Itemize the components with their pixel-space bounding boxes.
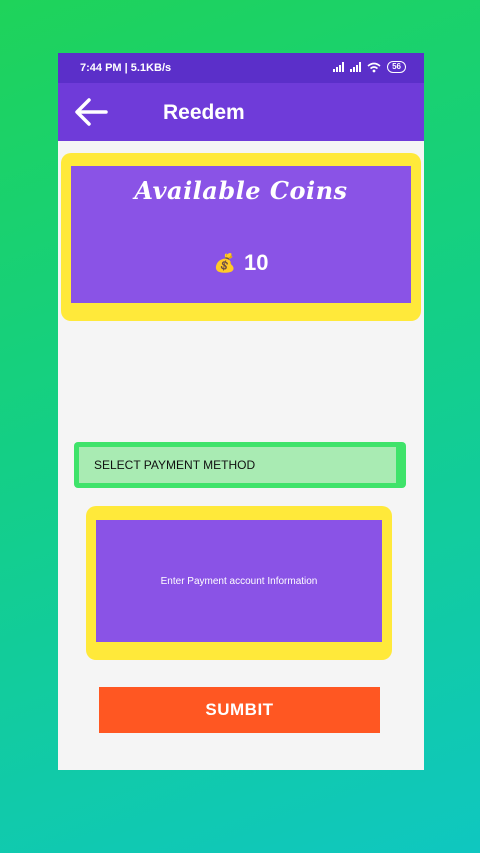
wifi-icon xyxy=(367,62,381,72)
submit-button[interactable]: SUMBIT xyxy=(99,687,380,733)
status-time: 7:44 PM | 5.1KB/s xyxy=(80,62,172,74)
money-bag-icon: 💰 xyxy=(213,252,236,273)
status-icons: 56 xyxy=(333,61,406,73)
battery-icon: 56 xyxy=(387,61,406,73)
payment-account-placeholder: Enter Payment account Information xyxy=(160,575,318,587)
payment-account-panel: Enter Payment account Information xyxy=(86,506,392,660)
payment-method-label: SELECT PAYMENT METHOD xyxy=(94,458,256,472)
coins-balance: 💰 10 xyxy=(71,250,411,276)
status-bar: 7:44 PM | 5.1KB/s 56 xyxy=(58,53,424,83)
signal-icon xyxy=(333,62,345,72)
payment-account-input[interactable]: Enter Payment account Information xyxy=(96,520,382,642)
signal-icon-2 xyxy=(350,62,362,72)
coins-value: 10 xyxy=(243,250,269,275)
available-coins-card: Available Coins 💰 10 xyxy=(71,166,411,303)
payment-method-select[interactable]: SELECT PAYMENT METHOD xyxy=(79,447,396,483)
available-coins-title: Available Coins xyxy=(134,176,348,205)
back-arrow-icon[interactable] xyxy=(72,95,112,129)
phone-screen: 7:44 PM | 5.1KB/s 56 Reedem Available Co… xyxy=(58,53,424,770)
available-coins-panel: Available Coins 💰 10 xyxy=(61,153,421,321)
payment-method-dropdown[interactable]: SELECT PAYMENT METHOD xyxy=(74,442,406,488)
page-title: Reedem xyxy=(163,101,245,124)
app-bar: Reedem xyxy=(58,83,424,141)
